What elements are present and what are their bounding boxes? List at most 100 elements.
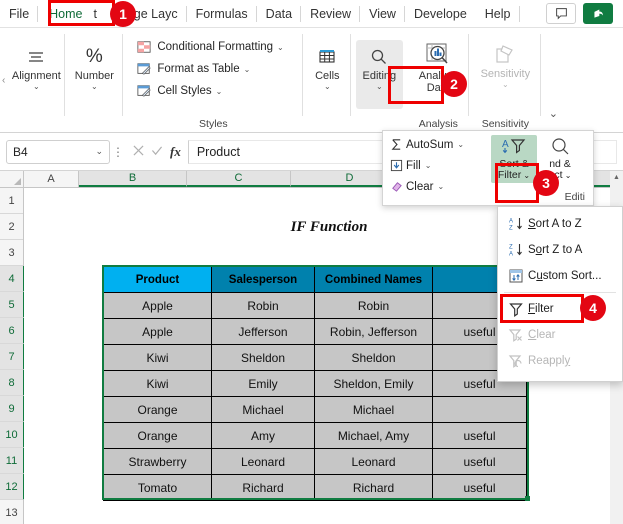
table-row[interactable]: Strawberry Leonard Leonard useful [103, 448, 527, 475]
fill-button[interactable]: Fill ⌄ [387, 155, 491, 176]
row-header-13[interactable]: 13 [0, 500, 23, 524]
row-header-7[interactable]: 7 [0, 344, 25, 370]
tab-insert[interactable]: t [92, 0, 110, 28]
cell-product[interactable]: Orange [103, 422, 212, 449]
cancel-icon[interactable] [133, 144, 144, 159]
editing-button[interactable]: Editing ⌄ [355, 40, 404, 109]
cell-salesperson[interactable]: Amy [211, 422, 315, 449]
badge-number: 1 [119, 6, 127, 22]
table-row[interactable]: Tomato Richard Richard useful [103, 474, 527, 501]
cell-combined[interactable]: Michael [314, 396, 433, 423]
filter-icon [504, 301, 528, 317]
cell-combined[interactable]: Sheldon [314, 344, 433, 371]
cell-product[interactable]: Strawberry [103, 448, 212, 475]
alignment-label: Alignment [11, 70, 61, 82]
column-header-a[interactable]: A [24, 171, 79, 187]
menu-item-custom-sort[interactable]: Custom Sort... [498, 263, 622, 289]
cell-salesperson[interactable]: Jefferson [211, 318, 315, 345]
cell-salesperson[interactable]: Robin [211, 292, 315, 319]
alignment-button[interactable]: Alignment ⌄ [5, 40, 68, 93]
cell-result[interactable] [432, 396, 527, 423]
table-row[interactable]: Apple Jefferson Robin, Jefferson useful [103, 318, 527, 345]
column-header-c[interactable]: C [187, 171, 291, 187]
cell-salesperson[interactable]: Emily [211, 370, 315, 397]
share-icon[interactable] [583, 3, 613, 24]
row-header-2[interactable]: 2 [0, 214, 23, 240]
cell-combined[interactable]: Robin [314, 292, 433, 319]
cell-result[interactable]: useful [432, 474, 527, 501]
row-header-8[interactable]: 8 [0, 370, 25, 396]
row-header-1[interactable]: 1 [0, 188, 23, 214]
tab-file[interactable]: File [0, 0, 39, 28]
cell-product[interactable]: Apple [103, 292, 212, 319]
sensitivity-button[interactable]: Sensitivity ⌄ [474, 36, 538, 91]
row-header-11[interactable]: 11 [0, 448, 25, 474]
cell-combined[interactable]: Michael, Amy [314, 422, 433, 449]
number-caret-icon: ⌄ [90, 82, 98, 91]
table-row[interactable]: Kiwi Sheldon Sheldon [103, 344, 527, 371]
cell-product[interactable]: Apple [103, 318, 212, 345]
tab-developer-label: Develope [413, 6, 467, 21]
row-header-9[interactable]: 9 [0, 396, 25, 422]
number-button[interactable]: % Number ⌄ [68, 40, 121, 93]
table-row[interactable]: Orange Amy Michael, Amy useful [103, 422, 527, 449]
scroll-up-arrow-icon[interactable]: ▲ [610, 171, 623, 184]
styles-group-label: Styles [199, 118, 228, 130]
table-row[interactable]: Orange Michael Michael [103, 396, 527, 423]
column-header-b[interactable]: B [79, 171, 187, 187]
cell-salesperson[interactable]: Richard [211, 474, 315, 501]
cell-salesperson[interactable]: Sheldon [211, 344, 315, 371]
tab-formulas[interactable]: Formulas [187, 0, 257, 28]
cell-combined[interactable]: Robin, Jefferson [314, 318, 433, 345]
row-header-4[interactable]: 4 [0, 266, 25, 292]
cells-button[interactable]: Cells ⌄ [305, 40, 349, 93]
cell-styles-button[interactable]: Cell Styles ⌄ [131, 80, 226, 102]
analysis-group-label: Analysis [418, 118, 458, 130]
cell-salesperson[interactable]: Michael [211, 396, 315, 423]
table-row[interactable]: Kiwi Emily Sheldon, Emily useful [103, 370, 527, 397]
cell-product[interactable]: Orange [103, 396, 212, 423]
menu-item-sort-z-to-a[interactable]: ZA Sort Z to A [498, 237, 622, 263]
row-header-5[interactable]: 5 [0, 292, 25, 318]
cell-combined[interactable]: Sheldon, Emily [314, 370, 433, 397]
table-row[interactable]: Apple Robin Robin [103, 292, 527, 319]
enter-icon[interactable] [151, 144, 163, 159]
tab-help[interactable]: Help [476, 0, 520, 28]
tab-home[interactable]: Home [40, 0, 91, 28]
cell-product[interactable]: Kiwi [103, 344, 212, 371]
format-as-table-button[interactable]: Format as Table ⌄ [131, 58, 254, 80]
name-box[interactable]: B4 ⌄ [6, 139, 110, 164]
ribbon-expand[interactable]: ⌄ [541, 28, 565, 132]
tab-view[interactable]: View [360, 0, 405, 28]
autosum-icon [387, 138, 406, 151]
conditional-formatting-button[interactable]: Conditional Formatting ⌄ [131, 36, 287, 58]
alignment-icon [26, 44, 46, 70]
formula-bar-dots-icon[interactable]: ⋮ [110, 145, 126, 159]
sort-filter-button[interactable]: A Sort & Filter ⌄ [491, 135, 537, 183]
cell-combined[interactable]: Richard [314, 474, 433, 501]
insert-function-icon[interactable]: fx [170, 144, 181, 160]
row-header-6[interactable]: 6 [0, 318, 25, 344]
clear-button[interactable]: Clear ⌄ [387, 176, 491, 197]
tab-data[interactable]: Data [257, 0, 302, 28]
comment-icon[interactable] [546, 3, 576, 24]
tab-developer[interactable]: Develope [405, 0, 476, 28]
cell-salesperson[interactable]: Leonard [211, 448, 315, 475]
select-all-corner[interactable] [0, 171, 24, 187]
tab-review[interactable]: Review [301, 0, 361, 28]
conditional-formatting-icon [135, 40, 153, 54]
row-header-12[interactable]: 12 [0, 474, 25, 500]
row-header-10[interactable]: 10 [0, 422, 25, 448]
menu-label: Custom Sort... [528, 270, 602, 282]
cell-product[interactable]: Kiwi [103, 370, 212, 397]
cell-product[interactable]: Tomato [103, 474, 212, 501]
row-header-3[interactable]: 3 [0, 240, 23, 266]
cell-styles-icon [135, 84, 153, 98]
custom-sort-icon [504, 268, 528, 284]
autosum-button[interactable]: AutoSum ⌄ [387, 134, 491, 155]
cell-combined[interactable]: Leonard [314, 448, 433, 475]
find-select-icon [548, 135, 572, 159]
menu-item-sort-a-to-z[interactable]: AZ Sort A to Z [498, 211, 622, 237]
cell-result[interactable]: useful [432, 422, 527, 449]
cell-result[interactable]: useful [432, 448, 527, 475]
